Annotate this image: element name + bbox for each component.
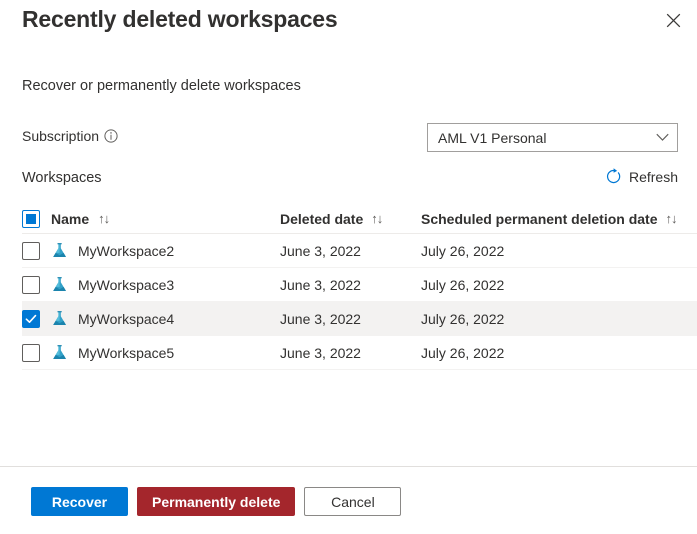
- chevron-down-icon: [656, 133, 669, 142]
- workspace-name: MyWorkspace5: [78, 345, 174, 361]
- row-scheduled-date: July 26, 2022: [421, 243, 697, 259]
- row-scheduled-date: July 26, 2022: [421, 277, 697, 293]
- row-name-cell: MyWorkspace2: [51, 242, 280, 260]
- row-checkbox[interactable]: [22, 242, 40, 260]
- row-checkbox[interactable]: [22, 310, 40, 328]
- footer-actions: Recover Permanently delete Cancel: [31, 487, 401, 516]
- page-title: Recently deleted workspaces: [22, 6, 337, 33]
- subscription-selected-value: AML V1 Personal: [438, 130, 656, 146]
- sort-toggle-deleted-date-icon[interactable]: ↑↓: [371, 211, 382, 226]
- subscription-label: Subscription: [22, 128, 99, 144]
- footer-divider: [0, 466, 697, 467]
- column-header-scheduled-date-label: Scheduled permanent deletion date: [421, 211, 658, 227]
- row-scheduled-date: July 26, 2022: [421, 345, 697, 361]
- workspace-name: MyWorkspace4: [78, 311, 174, 327]
- panel-subtitle: Recover or permanently delete workspaces: [22, 78, 301, 94]
- table-row[interactable]: MyWorkspace5 June 3, 2022 July 26, 2022: [22, 336, 697, 370]
- select-all-checkbox[interactable]: [22, 210, 40, 228]
- refresh-icon: [605, 168, 622, 185]
- workspace-flask-icon: [51, 276, 69, 294]
- row-name-cell: MyWorkspace3: [51, 276, 280, 294]
- row-select-cell: [22, 310, 51, 328]
- row-deleted-date: June 3, 2022: [280, 345, 421, 361]
- select-all-cell: [22, 210, 51, 228]
- workspaces-toolbar: Workspaces Refresh: [22, 168, 678, 192]
- column-header-name-label: Name: [51, 211, 89, 227]
- row-select-cell: [22, 276, 51, 294]
- workspace-name: MyWorkspace3: [78, 277, 174, 293]
- info-icon[interactable]: [104, 129, 118, 143]
- column-header-name[interactable]: Name ↑↓: [51, 211, 280, 227]
- table-header-row: Name ↑↓ Deleted date ↑↓ Scheduled perman…: [22, 204, 697, 234]
- cancel-button[interactable]: Cancel: [304, 487, 401, 516]
- workspace-flask-icon: [51, 242, 69, 260]
- sort-toggle-scheduled-date-icon[interactable]: ↑↓: [666, 211, 677, 226]
- row-scheduled-date: July 26, 2022: [421, 311, 697, 327]
- workspaces-table: Name ↑↓ Deleted date ↑↓ Scheduled perman…: [22, 204, 697, 370]
- workspace-flask-icon: [51, 310, 69, 328]
- column-header-deleted-date-label: Deleted date: [280, 211, 363, 227]
- recover-button[interactable]: Recover: [31, 487, 128, 516]
- table-row[interactable]: MyWorkspace3 June 3, 2022 July 26, 2022: [22, 268, 697, 302]
- refresh-button[interactable]: Refresh: [605, 168, 678, 185]
- row-checkbox[interactable]: [22, 344, 40, 362]
- row-name-cell: MyWorkspace5: [51, 344, 280, 362]
- row-checkbox[interactable]: [22, 276, 40, 294]
- refresh-label: Refresh: [629, 169, 678, 185]
- workspace-flask-icon: [51, 344, 69, 362]
- row-select-cell: [22, 344, 51, 362]
- workspace-name: MyWorkspace2: [78, 243, 174, 259]
- column-header-scheduled-date[interactable]: Scheduled permanent deletion date ↑↓: [421, 211, 697, 227]
- table-row[interactable]: MyWorkspace2 June 3, 2022 July 26, 2022: [22, 234, 697, 268]
- row-deleted-date: June 3, 2022: [280, 311, 421, 327]
- row-name-cell: MyWorkspace4: [51, 310, 280, 328]
- row-deleted-date: June 3, 2022: [280, 243, 421, 259]
- permanently-delete-button[interactable]: Permanently delete: [137, 487, 295, 516]
- row-deleted-date: June 3, 2022: [280, 277, 421, 293]
- table-row[interactable]: MyWorkspace4 June 3, 2022 July 26, 2022: [22, 302, 697, 336]
- column-header-deleted-date[interactable]: Deleted date ↑↓: [280, 211, 421, 227]
- subscription-row: Subscription AML V1 Personal: [22, 126, 678, 152]
- subscription-select[interactable]: AML V1 Personal: [427, 123, 678, 152]
- subscription-label-group: Subscription: [22, 128, 118, 144]
- sort-toggle-name-icon[interactable]: ↑↓: [98, 211, 109, 226]
- recently-deleted-workspaces-panel: Recently deleted workspaces Recover or p…: [0, 0, 697, 534]
- row-select-cell: [22, 242, 51, 260]
- workspaces-label: Workspaces: [22, 170, 102, 186]
- close-icon[interactable]: [657, 4, 689, 36]
